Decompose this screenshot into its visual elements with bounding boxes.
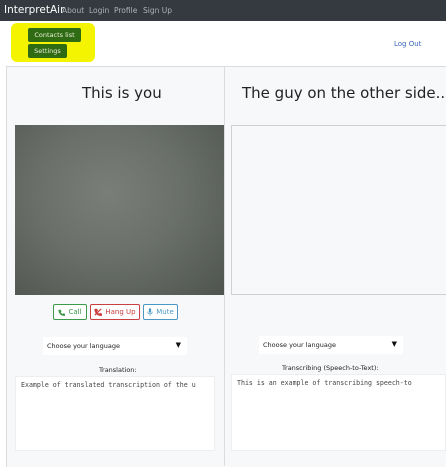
mute-label: Mute: [156, 308, 174, 316]
remote-video: [231, 125, 446, 295]
phone-icon: [58, 309, 66, 316]
settings-button[interactable]: Settings: [28, 44, 67, 58]
self-video: [15, 125, 224, 295]
translation-textarea[interactable]: Example of translated transcription of t…: [15, 376, 215, 451]
microphone-icon: [147, 308, 153, 316]
logout-link[interactable]: Log Out: [394, 40, 421, 48]
right-language-select[interactable]: Choose your language ▼: [259, 336, 403, 354]
nav-link-profile[interactable]: Profile: [114, 6, 137, 15]
call-label: Call: [68, 308, 82, 316]
navbar: InterpretAir About Login Profile Sign Up: [0, 0, 446, 21]
hangup-button[interactable]: Hang Up: [90, 304, 140, 320]
nav-link-login[interactable]: Login: [89, 6, 109, 15]
left-language-select[interactable]: Choose your language ▼: [43, 337, 187, 355]
mute-button[interactable]: Mute: [143, 304, 178, 320]
call-button[interactable]: Call: [53, 304, 87, 320]
left-language-value: Choose your language: [47, 342, 121, 350]
transcription-text: This is an example of transcribing speec…: [237, 379, 412, 387]
transcribing-label: Transcribing (Speech-to-Text):: [282, 364, 379, 372]
caret-down-icon: ▼: [175, 341, 181, 349]
right-language-value: Choose your language: [263, 341, 337, 349]
translation-text: Example of translated transcription of t…: [21, 381, 196, 389]
translation-label: Translation:: [99, 366, 137, 374]
phone-slash-icon: [94, 308, 103, 316]
nav-link-about[interactable]: About: [62, 6, 84, 15]
transcription-textarea[interactable]: This is an example of transcribing speec…: [231, 374, 446, 451]
column-divider: [224, 66, 225, 466]
brand-logo[interactable]: InterpretAir: [4, 4, 64, 16]
self-title: This is you: [82, 84, 162, 102]
nav-link-signup[interactable]: Sign Up: [143, 6, 172, 15]
caret-down-icon: ▼: [391, 340, 397, 348]
contacts-list-button[interactable]: Contacts list: [28, 28, 81, 42]
hangup-label: Hang Up: [105, 308, 136, 316]
remote-title: The guy on the other side...: [242, 84, 446, 102]
